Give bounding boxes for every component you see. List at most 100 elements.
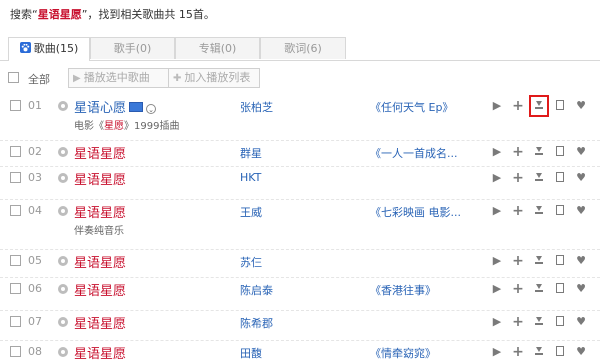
tab-songs[interactable]: 歌曲(15): [8, 37, 90, 61]
song-actions: ▶ + ♥: [490, 281, 600, 297]
plus-icon[interactable]: +: [511, 144, 525, 160]
play-radio-icon[interactable]: [58, 147, 68, 157]
song-checkbox[interactable]: [10, 172, 21, 183]
bookmark-icon[interactable]: [553, 253, 567, 269]
heart-icon[interactable]: ♥: [574, 98, 588, 114]
song-title[interactable]: 星语星愿: [74, 169, 126, 188]
download-icon[interactable]: [532, 281, 546, 297]
plus-icon[interactable]: +: [511, 281, 525, 297]
play-icon[interactable]: ▶: [490, 170, 504, 186]
subtitle-suffix: 》1999插曲: [124, 121, 180, 132]
song-artist[interactable]: 苏仨: [240, 254, 262, 270]
song-row: 02 星语星愿 群星 《一人一首成名... ▶ + ♥: [0, 141, 600, 167]
add-to-playlist-button[interactable]: ✚ 加入播放列表: [168, 68, 260, 88]
song-artist[interactable]: 王威: [240, 204, 262, 220]
summary-prefix: 搜索“: [10, 8, 38, 21]
select-all-checkbox[interactable]: [8, 72, 19, 83]
play-icon[interactable]: ▶: [490, 344, 504, 360]
song-checkbox[interactable]: [10, 255, 21, 266]
summary-suffix: ”，找到相关歌曲共 15首。: [81, 8, 215, 21]
download-icon[interactable]: [532, 314, 546, 330]
play-radio-icon[interactable]: [58, 347, 68, 357]
song-title[interactable]: 星语星愿: [74, 313, 126, 332]
plus-icon[interactable]: +: [511, 344, 525, 360]
heart-icon[interactable]: ♥: [574, 344, 588, 360]
song-checkbox[interactable]: [10, 146, 21, 157]
tab-lyrics[interactable]: 歌词(6): [260, 37, 346, 59]
download-icon[interactable]: [532, 344, 546, 360]
play-icon[interactable]: ▶: [490, 144, 504, 160]
song-artist[interactable]: 陈启泰: [240, 282, 273, 298]
song-row: 07 星语星愿 陈希郡 ▶ + ♥: [0, 311, 600, 341]
song-artist[interactable]: 陈希郡: [240, 315, 273, 331]
download-icon[interactable]: [532, 144, 546, 160]
song-checkbox[interactable]: [10, 205, 21, 216]
song-title[interactable]: 星语星愿: [74, 143, 126, 162]
play-radio-icon[interactable]: [58, 101, 68, 111]
song-title[interactable]: 星语星愿: [74, 280, 126, 299]
song-album[interactable]: 《任何天气 Ep》: [370, 99, 453, 115]
song-number: 08: [28, 345, 42, 358]
song-artist[interactable]: 田馥: [240, 345, 262, 361]
tab-albums[interactable]: 专辑(0): [175, 37, 260, 59]
bookmark-icon[interactable]: [553, 314, 567, 330]
plus-icon[interactable]: +: [511, 314, 525, 330]
song-subtitle: 电影《星愿》1999插曲: [74, 117, 179, 132]
bookmark-icon[interactable]: [553, 170, 567, 186]
tab-label: 歌曲(15): [33, 42, 79, 55]
play-radio-icon[interactable]: [58, 206, 68, 216]
heart-icon[interactable]: ♥: [574, 203, 588, 219]
play-icon[interactable]: ▶: [490, 98, 504, 114]
song-actions: ▶ + ♥: [490, 314, 600, 330]
bookmark-icon[interactable]: [553, 144, 567, 160]
heart-icon[interactable]: ♥: [574, 144, 588, 160]
tab-divider: [0, 60, 600, 61]
plus-icon[interactable]: +: [511, 170, 525, 186]
song-title[interactable]: 星语心愿: [74, 101, 126, 116]
song-number: 04: [28, 204, 42, 217]
more-options-icon[interactable]: ⌄: [146, 104, 157, 114]
download-icon[interactable]: [529, 95, 549, 117]
tab-label: 歌词(6): [284, 42, 322, 55]
play-selected-label: 播放选中歌曲: [83, 71, 150, 84]
plus-icon[interactable]: +: [511, 203, 525, 219]
plus-icon[interactable]: +: [511, 253, 525, 269]
song-album[interactable]: 《情牵窈窕》: [370, 345, 436, 361]
bookmark-icon[interactable]: [553, 98, 567, 114]
song-checkbox[interactable]: [10, 346, 21, 357]
song-artist[interactable]: HKT: [240, 171, 261, 184]
download-icon[interactable]: [532, 253, 546, 269]
play-radio-icon[interactable]: [58, 284, 68, 294]
song-album[interactable]: 《七彩映画 电影...: [370, 204, 461, 220]
song-title[interactable]: 星语星愿: [74, 343, 126, 362]
play-icon[interactable]: ▶: [490, 314, 504, 330]
song-checkbox[interactable]: [10, 283, 21, 294]
song-artist[interactable]: 张柏芝: [240, 99, 273, 115]
download-icon[interactable]: [532, 170, 546, 186]
play-radio-icon[interactable]: [58, 256, 68, 266]
play-radio-icon[interactable]: [58, 317, 68, 327]
song-album[interactable]: 《一人一首成名...: [370, 145, 458, 161]
heart-icon[interactable]: ♥: [574, 314, 588, 330]
play-icon[interactable]: ▶: [490, 253, 504, 269]
download-icon[interactable]: [532, 203, 546, 219]
search-summary: 搜索“星语星愿”，找到相关歌曲共 15首。: [10, 6, 215, 24]
song-row: 06 星语星愿 陈启泰 《香港往事》 ▶ + ♥: [0, 278, 600, 311]
heart-icon[interactable]: ♥: [574, 170, 588, 186]
song-album[interactable]: 《香港往事》: [370, 282, 436, 298]
play-radio-icon[interactable]: [58, 173, 68, 183]
song-title[interactable]: 星语星愿: [74, 202, 126, 221]
bookmark-icon[interactable]: [553, 203, 567, 219]
song-checkbox[interactable]: [10, 316, 21, 327]
song-title[interactable]: 星语星愿: [74, 252, 126, 271]
song-artist[interactable]: 群星: [240, 145, 262, 161]
tab-singers[interactable]: 歌手(0): [90, 37, 175, 59]
song-checkbox[interactable]: [10, 100, 21, 111]
heart-icon[interactable]: ♥: [574, 281, 588, 297]
plus-icon[interactable]: +: [511, 98, 525, 114]
play-icon[interactable]: ▶: [490, 203, 504, 219]
bookmark-icon[interactable]: [553, 281, 567, 297]
heart-icon[interactable]: ♥: [574, 253, 588, 269]
play-icon[interactable]: ▶: [490, 281, 504, 297]
bookmark-icon[interactable]: [553, 344, 567, 360]
